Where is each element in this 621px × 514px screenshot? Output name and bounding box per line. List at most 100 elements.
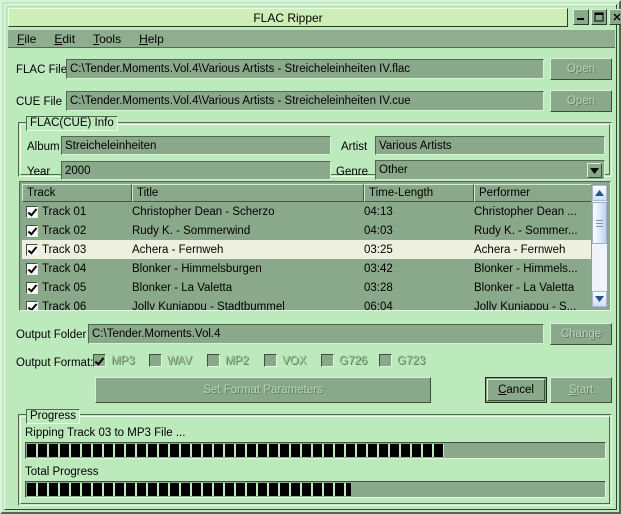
cell-title: Blonker - Himmelsburgen — [132, 262, 262, 275]
track-checkbox[interactable] — [26, 281, 38, 294]
track-label: Track 01 — [42, 205, 87, 218]
cancel-button-frame[interactable]: Cancel — [485, 377, 547, 403]
track-checkbox[interactable] — [26, 262, 38, 275]
checkbox-label: MP2 — [225, 354, 249, 367]
cell-time-length: 03:42 — [364, 262, 393, 275]
format-checkbox-g723[interactable]: G723 — [379, 354, 425, 367]
artist-label: Artist — [341, 141, 368, 153]
track-list-body: Track 01 Christopher Dean - Scherzo 04:13 C… — [22, 202, 592, 311]
start-button[interactable]: Start — [550, 377, 612, 403]
checkbox-label: G723 — [397, 354, 426, 367]
output-folder-input[interactable]: C:\Tender.Moments.Vol.4 — [88, 324, 544, 344]
maximize-button[interactable] — [591, 9, 607, 25]
format-checkbox-mp2[interactable]: MP2 — [207, 354, 249, 367]
cell-performer: Blonker - La Valetta — [474, 281, 575, 294]
flac-open-button[interactable]: Open — [550, 58, 612, 80]
flac-file-input[interactable]: C:\Tender.Moments.Vol.4\Various Artists … — [66, 59, 544, 79]
menu-item-file[interactable]: File — [14, 31, 39, 47]
table-row[interactable]: Track 06 Jolly Kunjappu - Stadtbummel 06:0… — [22, 297, 592, 311]
format-checkbox-wav[interactable]: WAV — [149, 354, 192, 367]
menu-item-help[interactable]: Help — [136, 31, 167, 47]
cell-title: Jolly Kunjappu - Stadtbummel — [132, 300, 285, 311]
menu-help-rest: elp — [147, 31, 164, 46]
change-folder-button[interactable]: Change — [550, 323, 612, 345]
checkbox-box[interactable] — [93, 354, 106, 367]
menu-item-tools[interactable]: Tools — [90, 31, 124, 47]
total-progress-label: Total Progress — [25, 466, 99, 478]
flac-cue-info-title: FLAC(CUE) Info — [26, 116, 118, 131]
cancel-rest: ancel — [506, 384, 534, 396]
column-header-performer[interactable]: Performer — [474, 184, 592, 202]
cell-performer: Blonker - Himmels... — [474, 262, 578, 275]
total-progress-bar — [25, 481, 606, 498]
cell-time-length: 03:28 — [364, 281, 393, 294]
start-accel: S — [568, 384, 577, 396]
cancel-button[interactable]: Cancel — [487, 379, 545, 401]
track-list-scrollbar[interactable] — [591, 184, 608, 308]
scrollbar-grip-icon — [596, 219, 603, 227]
cell-track: Track 02 — [22, 224, 132, 237]
cue-open-button[interactable]: Open — [550, 90, 612, 112]
track-label: Track 06 — [42, 300, 87, 311]
track-checkbox[interactable] — [26, 300, 38, 310]
progress-title: Progress — [26, 409, 81, 424]
cell-title: Christopher Dean - Scherzo — [132, 205, 275, 218]
format-checkbox-mp3[interactable]: MP3 — [93, 354, 135, 367]
table-row[interactable]: Track 05 Blonker - La Valetta 03:28 Blonker… — [22, 278, 592, 297]
year-input[interactable]: 2000 — [61, 161, 331, 180]
cell-track: Track 03 — [22, 243, 132, 256]
track-list-header: Track Title Time-Length Performer — [22, 184, 592, 202]
scroll-up-icon[interactable] — [592, 185, 607, 201]
minimize-button[interactable] — [573, 9, 589, 25]
table-row[interactable]: Track 04 Blonker - Himmelsburgen 03:42 Blon… — [22, 259, 592, 278]
cell-title: Blonker - La Valetta — [132, 281, 233, 294]
scrollbar-thumb[interactable] — [592, 202, 607, 244]
column-header-title[interactable]: Title — [132, 184, 364, 202]
menu-tools-rest: ools — [99, 31, 122, 46]
column-header-track[interactable]: Track — [22, 184, 132, 202]
table-row[interactable]: Track 03 Achera - Fernweh 03:25 Achera - Fe… — [22, 240, 592, 259]
cell-performer: Christopher Dean ... — [474, 205, 577, 218]
track-checkbox[interactable] — [26, 224, 38, 237]
cell-track: Track 05 — [22, 281, 132, 294]
menu-item-edit[interactable]: Edit — [51, 31, 78, 47]
cancel-accel: C — [498, 384, 507, 396]
close-button[interactable] — [609, 9, 621, 25]
checkbox-label: G726 — [339, 354, 368, 367]
scroll-down-icon[interactable] — [592, 291, 607, 307]
checkbox-label: VOX — [282, 354, 307, 367]
genre-label: Genre — [336, 166, 368, 178]
menu-bar: File Edit Tools Help — [8, 29, 615, 48]
set-format-parameters-button[interactable]: Set Format Parameters — [95, 377, 431, 403]
checkbox-box[interactable] — [149, 354, 162, 367]
column-header-time-length[interactable]: Time-Length — [364, 184, 474, 202]
year-label: Year — [27, 166, 51, 178]
format-checkbox-g726[interactable]: G726 — [321, 354, 367, 367]
current-progress-fill — [27, 444, 444, 457]
chevron-down-icon[interactable] — [587, 163, 602, 178]
checkbox-box[interactable] — [207, 354, 220, 367]
album-label: Album — [27, 141, 60, 153]
format-checkbox-vox[interactable]: VOX — [264, 354, 306, 367]
genre-combobox[interactable]: Other — [375, 160, 605, 180]
track-label: Track 05 — [42, 281, 87, 294]
title-bar-caption: FLAC Ripper — [8, 8, 568, 27]
artist-input[interactable]: Various Artists — [375, 136, 605, 155]
checkbox-box[interactable] — [321, 354, 334, 367]
total-progress-fill — [27, 483, 351, 496]
cue-file-input[interactable]: C:\Tender.Moments.Vol.4\Various Artists … — [66, 91, 544, 111]
table-row[interactable]: Track 02 Rudy K. - Sommerwind 04:03 Rudy K.… — [22, 221, 592, 240]
cell-track: Track 04 — [22, 262, 132, 275]
table-row[interactable]: Track 01 Christopher Dean - Scherzo 04:13 C… — [22, 202, 592, 221]
menu-help-accel: H — [139, 31, 148, 46]
album-input[interactable]: Streicheleinheiten — [61, 136, 331, 155]
track-checkbox[interactable] — [26, 243, 38, 256]
track-checkbox[interactable] — [26, 205, 38, 218]
current-progress-bar — [25, 442, 606, 459]
track-list[interactable]: Track Title Time-Length Performer Track … — [19, 181, 611, 311]
checkbox-box[interactable] — [379, 354, 392, 367]
checkbox-box[interactable] — [264, 354, 277, 367]
cell-performer: Jolly Kunjappu - S... — [474, 300, 577, 311]
cell-performer: Rudy K. - Sommer... — [474, 224, 578, 237]
cue-file-label: CUE File — [16, 96, 63, 108]
